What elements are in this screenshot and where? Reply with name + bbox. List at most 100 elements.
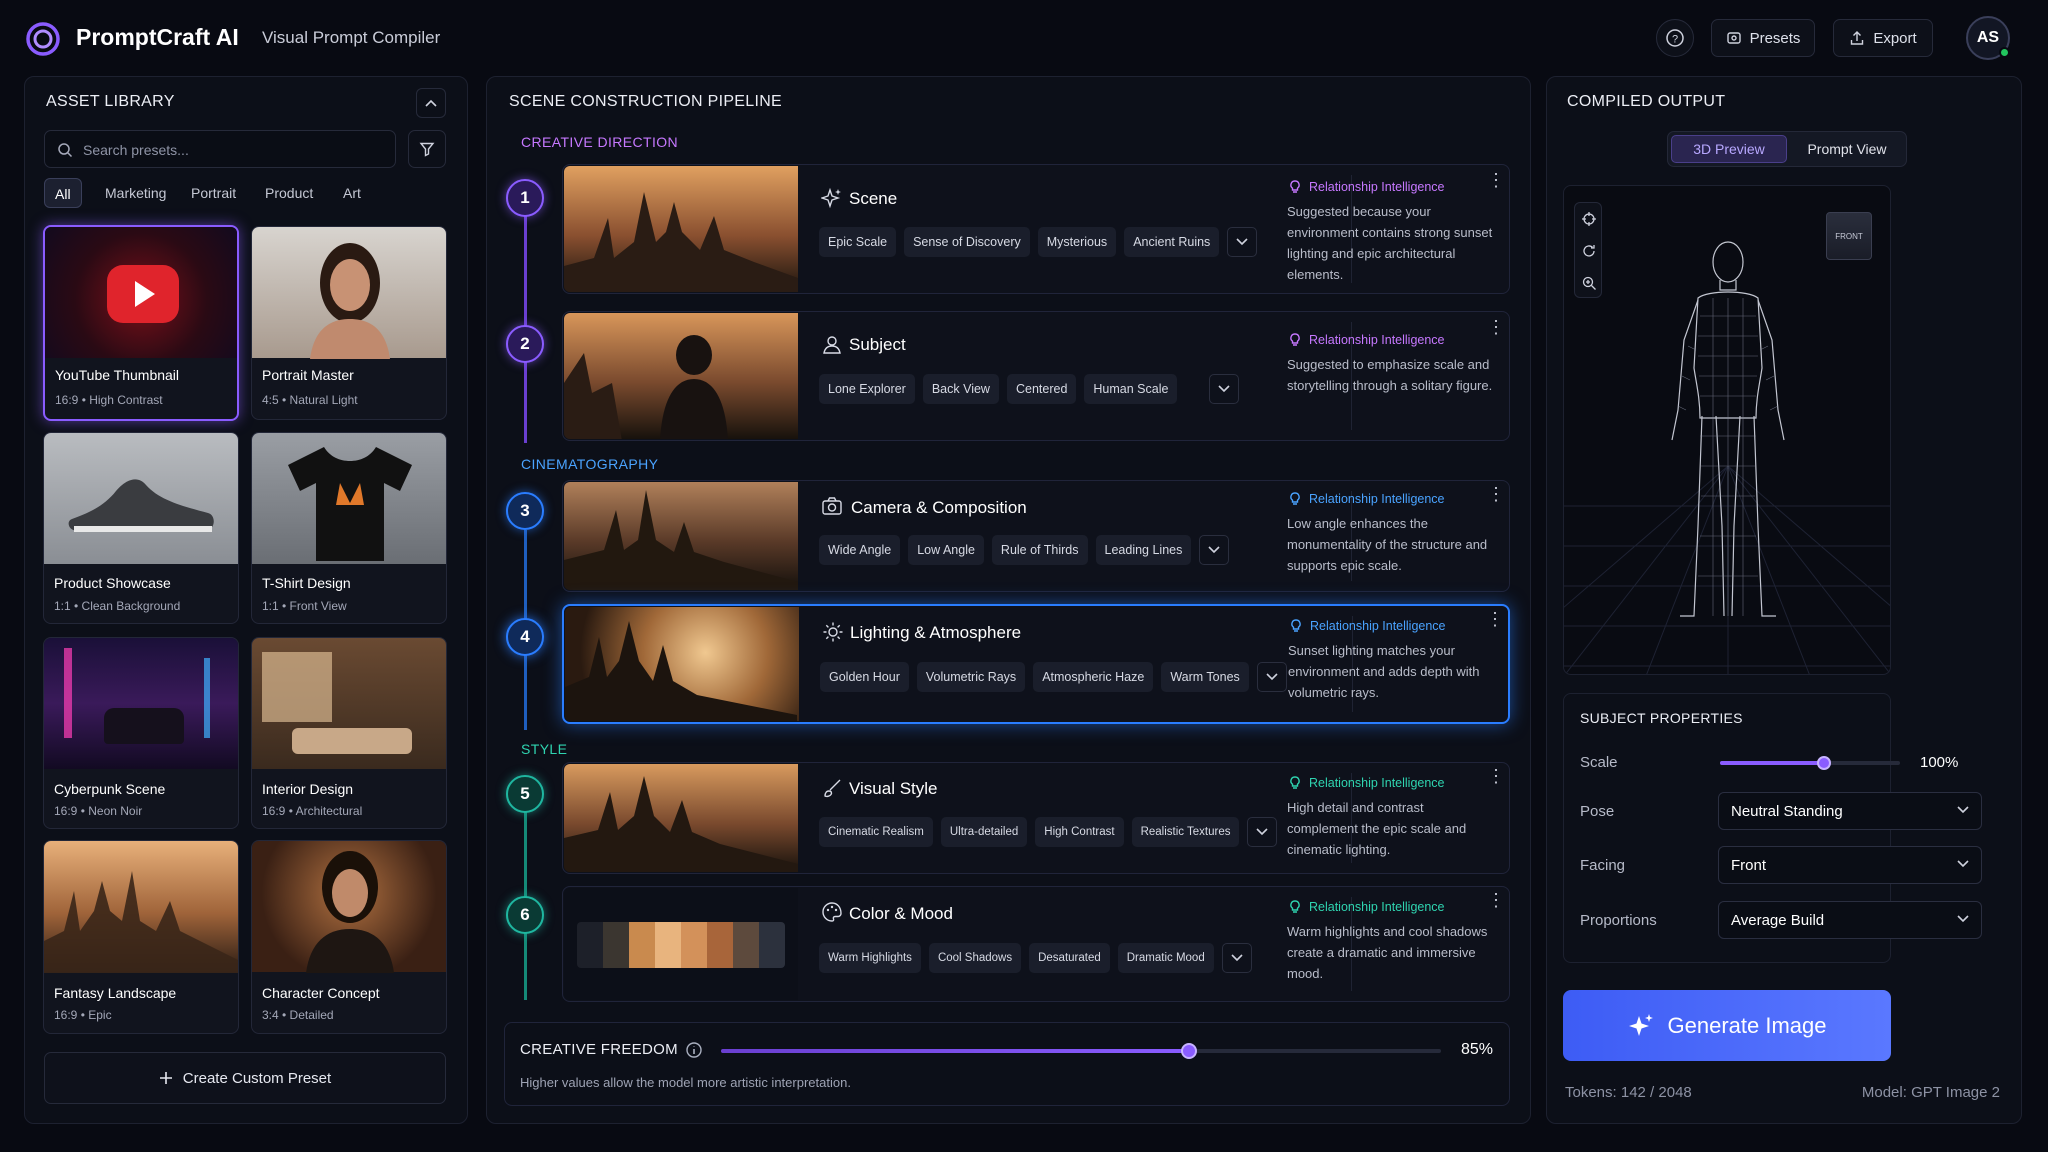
viewer-toolbar [1574, 202, 1602, 298]
palette-swatch [603, 922, 629, 968]
step-row-lighting-atmosphere[interactable]: Lighting & Atmosphere Golden Hour Volume… [562, 604, 1510, 724]
token-count: Tokens: 142 / 2048 [1565, 1084, 1692, 1101]
proportions-select[interactable]: Average Build [1718, 901, 1982, 939]
step-badge-5: 5 [506, 775, 544, 813]
preset-card-fantasy-landscape[interactable]: Fantasy Landscape 16:9 • Epic [43, 840, 239, 1034]
tab-prompt-view[interactable]: Prompt View [1791, 135, 1903, 163]
tag[interactable]: Cool Shadows [928, 943, 1022, 973]
more-options-icon[interactable]: ⋮ [1486, 610, 1504, 628]
tag[interactable]: Warm Tones [1161, 662, 1249, 692]
tag[interactable]: Cinematic Realism [819, 817, 933, 847]
tag[interactable]: Atmospheric Haze [1033, 662, 1154, 692]
preset-card-cyberpunk-scene[interactable]: Cyberpunk Scene 16:9 • Neon Noir [43, 637, 239, 829]
more-options-icon[interactable]: ⋮ [1487, 767, 1505, 785]
tag[interactable]: Mysterious [1037, 227, 1117, 257]
preset-card-interior-design[interactable]: Interior Design 16:9 • Architectural [251, 637, 447, 829]
collapse-button[interactable] [416, 88, 446, 118]
scale-slider-track[interactable] [1720, 756, 1900, 770]
tag[interactable]: Human Scale [1084, 374, 1178, 404]
tag[interactable]: Realistic Textures [1131, 817, 1240, 847]
orientation-cube[interactable]: FRONT [1826, 212, 1872, 260]
create-custom-preset-button[interactable]: Create Custom Preset [44, 1052, 446, 1104]
fantasy-landscape-image [44, 841, 238, 973]
tags-dropdown-button[interactable] [1227, 227, 1258, 257]
facing-select[interactable]: Front [1718, 846, 1982, 884]
preset-card-youtube-thumbnail[interactable]: YouTube Thumbnail 16:9 • High Contrast [43, 225, 239, 421]
chevron-down-icon [1218, 385, 1231, 393]
tag[interactable]: Sense of Discovery [904, 227, 1030, 257]
avatar-initials: AS [1976, 29, 2000, 46]
tag[interactable]: Back View [922, 374, 999, 404]
step-row-visual-style[interactable]: Visual Style Cinematic Realism Ultra-det… [562, 762, 1510, 874]
rotate-icon[interactable] [1581, 243, 1597, 259]
subject-properties-panel: SUBJECT PROPERTIES Scale 100% Pose Neutr… [1563, 693, 1982, 963]
freedom-hint: Higher values allow the model more artis… [520, 1075, 851, 1090]
freedom-slider-track[interactable] [721, 1043, 1441, 1059]
preset-meta: 1:1 • Clean Background [54, 599, 181, 613]
step-row-camera-composition[interactable]: Camera & Composition Wide Angle Low Angl… [562, 480, 1510, 592]
tags-dropdown-button[interactable] [1256, 662, 1287, 692]
filter-tab-product[interactable]: Product [255, 178, 323, 208]
preset-card-portrait-master[interactable]: Portrait Master 4:5 • Natural Light [251, 226, 447, 420]
filter-tab-art[interactable]: Art [333, 178, 371, 208]
tag[interactable]: Wide Angle [819, 535, 901, 565]
brush-icon [824, 779, 841, 798]
search-icon [58, 143, 73, 158]
step-row-subject[interactable]: Subject Lone Explorer Back View Centered… [562, 311, 1510, 441]
export-button[interactable]: Export [1833, 19, 1933, 57]
zoom-icon[interactable] [1581, 275, 1597, 291]
tag[interactable]: Desaturated [1029, 943, 1110, 973]
more-options-icon[interactable]: ⋮ [1487, 891, 1505, 909]
tag[interactable]: Epic Scale [819, 227, 897, 257]
tags-dropdown-button[interactable] [1247, 817, 1278, 847]
tag[interactable]: Low Angle [908, 535, 984, 565]
filter-tab-marketing[interactable]: Marketing [95, 178, 176, 208]
3d-preview-viewport[interactable]: FRONT [1563, 185, 1891, 675]
relationship-intelligence: Relationship Intelligence Low angle enha… [1287, 491, 1497, 576]
youtube-thumbnail-image [45, 227, 237, 358]
chevron-up-icon [425, 99, 437, 107]
tag[interactable]: Volumetric Rays [916, 662, 1026, 692]
help-button[interactable]: ? [1656, 19, 1694, 57]
tag[interactable]: Lone Explorer [819, 374, 915, 404]
tag[interactable]: Ultra-detailed [940, 817, 1028, 847]
tab-3d-preview[interactable]: 3D Preview [1671, 135, 1787, 163]
avatar[interactable]: AS [1966, 16, 2010, 60]
tag[interactable]: Leading Lines [1095, 535, 1192, 565]
info-icon[interactable] [685, 1041, 703, 1059]
step-row-scene[interactable]: Scene Epic Scale Sense of Discovery Myst… [562, 164, 1510, 294]
filter-tab-all[interactable]: All [44, 178, 82, 208]
more-options-icon[interactable]: ⋮ [1487, 318, 1505, 336]
tag[interactable]: High Contrast [1035, 817, 1124, 847]
preset-name: Cyberpunk Scene [54, 781, 166, 797]
step-row-color-mood[interactable]: Color & Mood Warm Highlights Cool Shadow… [562, 886, 1510, 1002]
tags-dropdown-button[interactable] [1221, 943, 1252, 973]
scale-slider-thumb[interactable] [1817, 756, 1831, 770]
tag[interactable]: Ancient Ruins [1124, 227, 1220, 257]
search-input[interactable]: Search presets... [44, 130, 396, 168]
preset-card-t-shirt-design[interactable]: T-Shirt Design 1:1 • Front View [251, 432, 447, 624]
freedom-slider-thumb[interactable] [1181, 1043, 1197, 1059]
target-icon[interactable] [1581, 211, 1597, 227]
tag[interactable]: Rule of Thirds [991, 535, 1088, 565]
palette-icon [822, 902, 842, 922]
filter-button[interactable] [408, 130, 446, 168]
presets-button[interactable]: Presets [1711, 19, 1815, 57]
ri-label: Relationship Intelligence [1309, 776, 1445, 790]
wireframe-human-figure [1671, 241, 1785, 617]
tag[interactable]: Golden Hour [820, 662, 909, 692]
filter-tab-portrait[interactable]: Portrait [181, 178, 246, 208]
more-options-icon[interactable]: ⋮ [1487, 485, 1505, 503]
tags-dropdown-button[interactable] [1199, 535, 1230, 565]
pose-select[interactable]: Neutral Standing [1718, 792, 1982, 830]
tag[interactable]: Dramatic Mood [1117, 943, 1214, 973]
generate-image-button[interactable]: Generate Image [1563, 990, 1891, 1061]
preset-card-character-concept[interactable]: Character Concept 3:4 • Detailed [251, 840, 447, 1034]
preset-meta: 16:9 • Architectural [262, 804, 363, 818]
step-title: Subject [849, 335, 906, 354]
tag[interactable]: Centered [1006, 374, 1077, 404]
more-options-icon[interactable]: ⋮ [1487, 171, 1505, 189]
tags-dropdown-button[interactable] [1209, 374, 1240, 404]
tag[interactable]: Warm Highlights [819, 943, 921, 973]
preset-card-product-showcase[interactable]: Product Showcase 1:1 • Clean Background [43, 432, 239, 624]
